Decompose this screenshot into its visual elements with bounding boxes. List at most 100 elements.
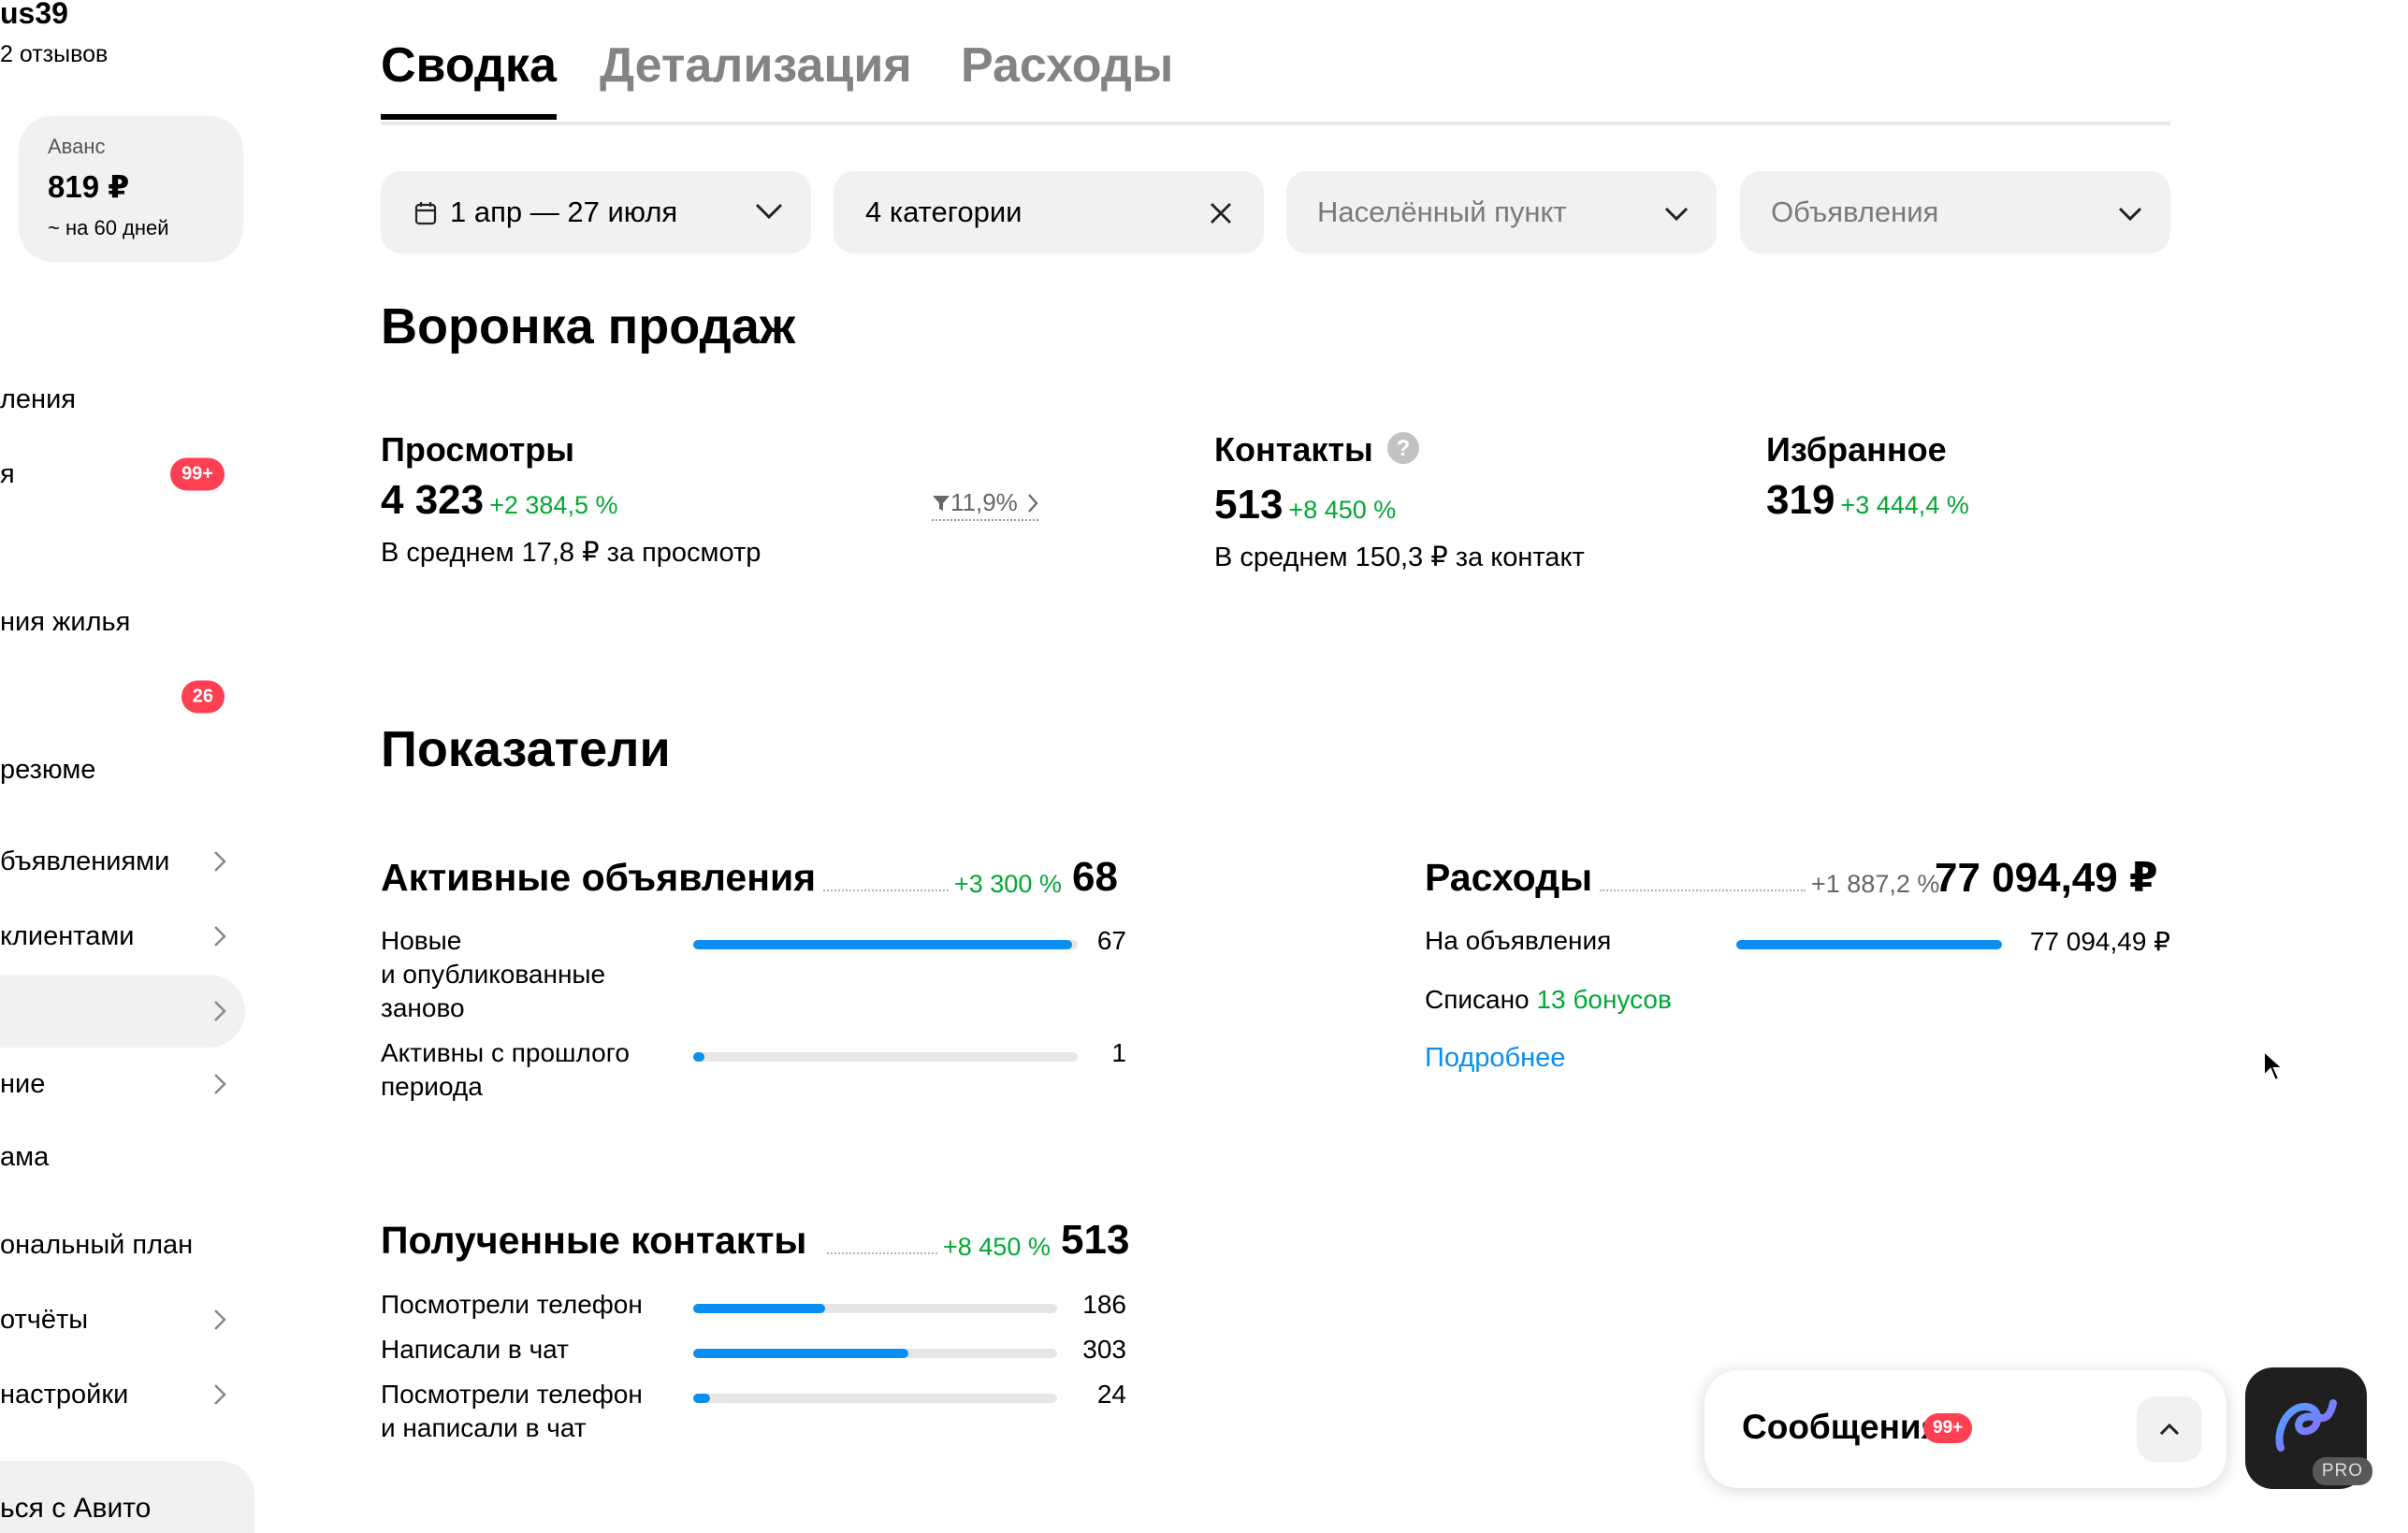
sidebar-item-rentals[interactable]: ния жилья (0, 586, 245, 658)
sidebar-item-ads[interactable]: ления (0, 363, 245, 436)
sidebar-badge: 99+ (170, 457, 225, 491)
chevron-right-icon (214, 851, 226, 872)
favorites-delta: +3 444,4 % (1840, 491, 1969, 519)
sidebar-item-ads-management[interactable]: бъявлениями (0, 825, 245, 898)
sidebar-item-messages[interactable]: я 99+ (0, 438, 245, 511)
chevron-right-icon (214, 1001, 226, 1021)
tab-details[interactable]: Детализация (600, 37, 912, 114)
sidebar-item-label: ния жилья (0, 606, 131, 637)
categories-value: 4 категории (865, 195, 1023, 228)
bar-track (693, 1349, 1057, 1358)
contacts-row-value: 24 (1096, 1380, 1126, 1409)
expenses-total: 77 094,49 ₽ (1935, 855, 2158, 901)
views-average: В среднем 17,8 ₽ за просмотр (381, 538, 762, 568)
bar-track (1736, 940, 2002, 949)
messages-title: Сообщения (1742, 1408, 1942, 1446)
active-ads-title: Активные объявления (381, 856, 817, 899)
contacts-title: Контакты ? (1214, 430, 1420, 470)
sidebar-item-label: ние (0, 1068, 46, 1099)
sidebar-item-personal-plan[interactable]: ональный план (0, 1208, 245, 1281)
advance-amount: 819 ₽ (48, 169, 130, 204)
views-number: 4 323 (381, 477, 485, 523)
calendar-icon (414, 202, 437, 225)
sidebar-item-label: отчёты (0, 1304, 89, 1335)
avito-pro-button[interactable]: PRO (2245, 1367, 2372, 1489)
views-delta: +2 384,5 % (489, 491, 618, 519)
tab-bar: Сводка Детализация Расходы (381, 37, 2170, 125)
city-select[interactable]: Населённый пункт (1286, 171, 1717, 253)
advance-balance-card[interactable]: Аванс 819 ₽ ~ на 60 дней (19, 116, 243, 262)
sidebar-item-settings[interactable]: настройки (0, 1358, 245, 1431)
avito-pro-logo (2275, 1399, 2337, 1452)
more-details-link[interactable]: Подробнее (1425, 1043, 1565, 1074)
chevron-right-icon (1027, 493, 1038, 513)
city-placeholder: Населённый пункт (1317, 195, 1567, 228)
sidebar-item-label: я (0, 458, 15, 489)
contacts-average: В среднем 150,3 ₽ за контакт (1214, 542, 1585, 572)
contacts-received-title: Полученные контакты (381, 1219, 807, 1262)
sidebar-item-statistics-active[interactable] (0, 975, 245, 1048)
active-ads-row-value: 67 (1096, 926, 1126, 955)
contacts-received-delta: +8 450 % (943, 1233, 1051, 1261)
written-off-label: Списано (1425, 985, 1530, 1014)
tab-expenses[interactable]: Расходы (961, 37, 1173, 114)
contacts-title-text: Контакты (1214, 430, 1373, 469)
tab-summary[interactable]: Сводка (381, 37, 557, 120)
ads-select[interactable]: Объявления (1740, 171, 2170, 253)
contacts-row-value: 303 (1082, 1335, 1126, 1364)
sidebar-item-reports[interactable]: отчёты (0, 1283, 245, 1356)
sidebar-item-advertising[interactable]: ама (0, 1121, 245, 1193)
advance-duration: ~ на 60 дней (48, 216, 169, 239)
leader-dots (1600, 889, 1806, 891)
sidebar-item-promotion[interactable]: ние (0, 1048, 245, 1121)
date-range-value: 1 апр — 27 июля (450, 195, 678, 228)
chevron-up-icon (2159, 1423, 2180, 1436)
expenses-delta: +1 887,2 % (1811, 870, 1940, 898)
contacts-row-label: Написали в чат (381, 1335, 569, 1364)
ads-placeholder: Объявления (1771, 195, 1939, 228)
bar-track (693, 940, 1078, 949)
sidebar-item-label: резюме (0, 754, 96, 785)
sidebar-item-resumes[interactable]: резюме (0, 733, 245, 806)
bar-track (693, 1304, 1057, 1313)
contact-avito-button[interactable]: ься с Авито (0, 1461, 254, 1533)
expenses-row-label: На объявления (1425, 926, 1612, 955)
close-icon[interactable] (1210, 202, 1232, 224)
profile-reviews[interactable]: 2 отзывов (0, 41, 108, 68)
chevron-right-icon (214, 1384, 226, 1405)
categories-filter[interactable]: 4 категории (834, 171, 1264, 253)
contact-avito-label: ься с Авито (0, 1493, 152, 1524)
contacts-delta: +8 450 % (1288, 496, 1397, 524)
advance-label: Аванс (48, 135, 106, 158)
bar-fill (1736, 940, 2002, 949)
favorites-value: 319 +3 444,4 % (1766, 477, 1969, 524)
chevron-right-icon (214, 1074, 226, 1094)
help-icon[interactable]: ? (1386, 431, 1420, 465)
messages-expand-button[interactable] (2137, 1396, 2202, 1462)
contacts-number: 513 (1214, 482, 1284, 528)
leader-dots (823, 889, 949, 891)
views-conversion-link[interactable]: 11,9% (932, 488, 1038, 521)
svg-text:?: ? (1396, 436, 1410, 461)
bar-fill (693, 1052, 705, 1062)
profile-username[interactable]: us39 (0, 0, 68, 31)
chevron-down-icon (1664, 207, 1689, 222)
pro-label: PRO (2312, 1457, 2372, 1485)
sidebar-item-counter[interactable]: 26 (0, 660, 245, 733)
sidebar-item-clients[interactable]: клиентами (0, 900, 245, 973)
messages-badge: 99+ (1923, 1413, 1973, 1443)
sidebar-item-label: ональный план (0, 1229, 194, 1260)
messages-widget[interactable]: Сообщения 99+ (1704, 1370, 2227, 1488)
written-off-line: Списано 13 бонусов (1425, 983, 1672, 1017)
sidebar-item-label: ама (0, 1141, 50, 1172)
contacts-row-label: Посмотрели телефон и написали в чат (381, 1380, 643, 1442)
bar-fill (693, 1349, 908, 1358)
contacts-value: 513 +8 450 % (1214, 482, 1396, 528)
sidebar: us39 2 отзывов Аванс 819 ₽ ~ на 60 дней … (0, 0, 262, 1533)
favorites-number: 319 (1766, 477, 1835, 523)
bar-fill (693, 1394, 711, 1403)
contacts-received-total: 513 (1061, 1217, 1130, 1263)
date-range-filter[interactable]: 1 апр — 27 июля (381, 171, 811, 253)
bonuses-link[interactable]: 13 бонусов (1536, 985, 1671, 1014)
active-ads-total: 68 (1072, 854, 1118, 900)
